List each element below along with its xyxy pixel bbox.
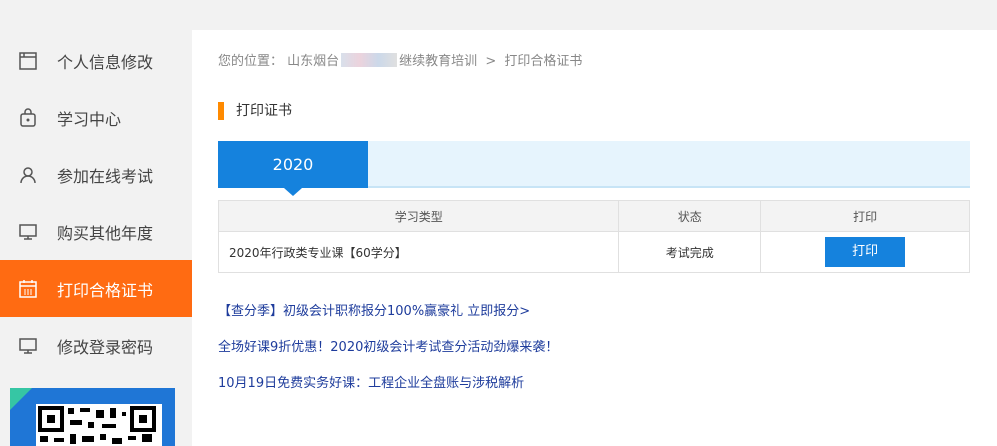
banner-corner-decoration — [10, 388, 32, 410]
profile-card-icon — [18, 51, 38, 71]
breadcrumb: 您的位置： 山东烟台 继续教育培训 > 打印合格证书 — [218, 50, 582, 69]
sidebar-item-label: 学习中心 — [57, 109, 122, 129]
sidebar-item-label: 购买其他年度 — [57, 223, 154, 243]
sidebar-item-label: 修改登录密码 — [57, 337, 154, 357]
sidebar-item-label: 打印合格证书 — [57, 280, 154, 300]
breadcrumb-current: 打印合格证书 — [504, 54, 583, 69]
sidebar: 个人信息修改 学习中心 参加在线考试 购买其他年度 打印合格证书 修改登录密码 — [0, 30, 192, 446]
calendar-icon — [18, 279, 38, 299]
column-header-status: 状态 — [618, 200, 762, 232]
breadcrumb-section[interactable]: 继续教育培训 — [399, 54, 477, 69]
column-header-type: 学习类型 — [217, 200, 620, 232]
cell-status: 考试完成 — [618, 231, 762, 273]
sidebar-item-online-exam[interactable]: 参加在线考试 — [0, 146, 192, 203]
monitor-icon — [18, 336, 38, 356]
promo-link-2[interactable]: 全场好课9折优惠！2020初级会计考试查分活动劲爆来袭！ — [218, 336, 558, 355]
monitor-icon — [18, 222, 38, 242]
sidebar-item-buy-years[interactable]: 购买其他年度 — [0, 203, 192, 260]
cell-action: 打印 — [760, 231, 970, 273]
sidebar-item-learning-center[interactable]: 学习中心 — [0, 89, 192, 146]
year-tab-bar: 2020 — [218, 141, 970, 196]
sidebar-item-print-certificate[interactable]: 打印合格证书 — [0, 260, 192, 317]
certificate-table: 学习类型 状态 打印 2020年行政类专业课【60学分】 考试完成 打印 — [217, 200, 970, 273]
sidebar-item-label: 参加在线考试 — [57, 166, 154, 186]
sidebar-item-profile[interactable]: 个人信息修改 — [0, 32, 192, 89]
main-panel: 您的位置： 山东烟台 继续教育培训 > 打印合格证书 打印证书 2020 学习类型… — [192, 30, 997, 446]
section-title: 打印证书 — [218, 102, 292, 120]
column-header-print: 打印 — [760, 200, 970, 232]
tab-year-2020[interactable]: 2020 — [218, 141, 368, 196]
breadcrumb-separator: > — [485, 54, 497, 69]
sidebar-item-label: 个人信息修改 — [57, 52, 154, 72]
sidebar-item-change-password[interactable]: 修改登录密码 — [0, 317, 192, 374]
qr-code-banner — [10, 388, 175, 446]
qr-code-icon — [36, 404, 162, 446]
cell-study-type: 2020年行政类专业课【60学分】 — [217, 231, 620, 273]
table-header-row: 学习类型 状态 打印 — [217, 200, 970, 232]
promo-link-3[interactable]: 10月19日免费实务好课：工程企业全盘账与涉税解析 — [218, 372, 524, 391]
lock-bag-icon — [18, 107, 38, 128]
table-row: 2020年行政类专业课【60学分】 考试完成 打印 — [217, 231, 970, 273]
print-button[interactable]: 打印 — [825, 237, 906, 267]
breadcrumb-prefix: 您的位置： — [218, 54, 284, 69]
promo-link-1[interactable]: 【查分季】初级会计职称报分100%赢豪礼 立即报分> — [218, 300, 530, 319]
redacted-text — [341, 53, 398, 67]
user-icon — [18, 165, 38, 185]
breadcrumb-location[interactable]: 山东烟台 — [287, 54, 339, 69]
